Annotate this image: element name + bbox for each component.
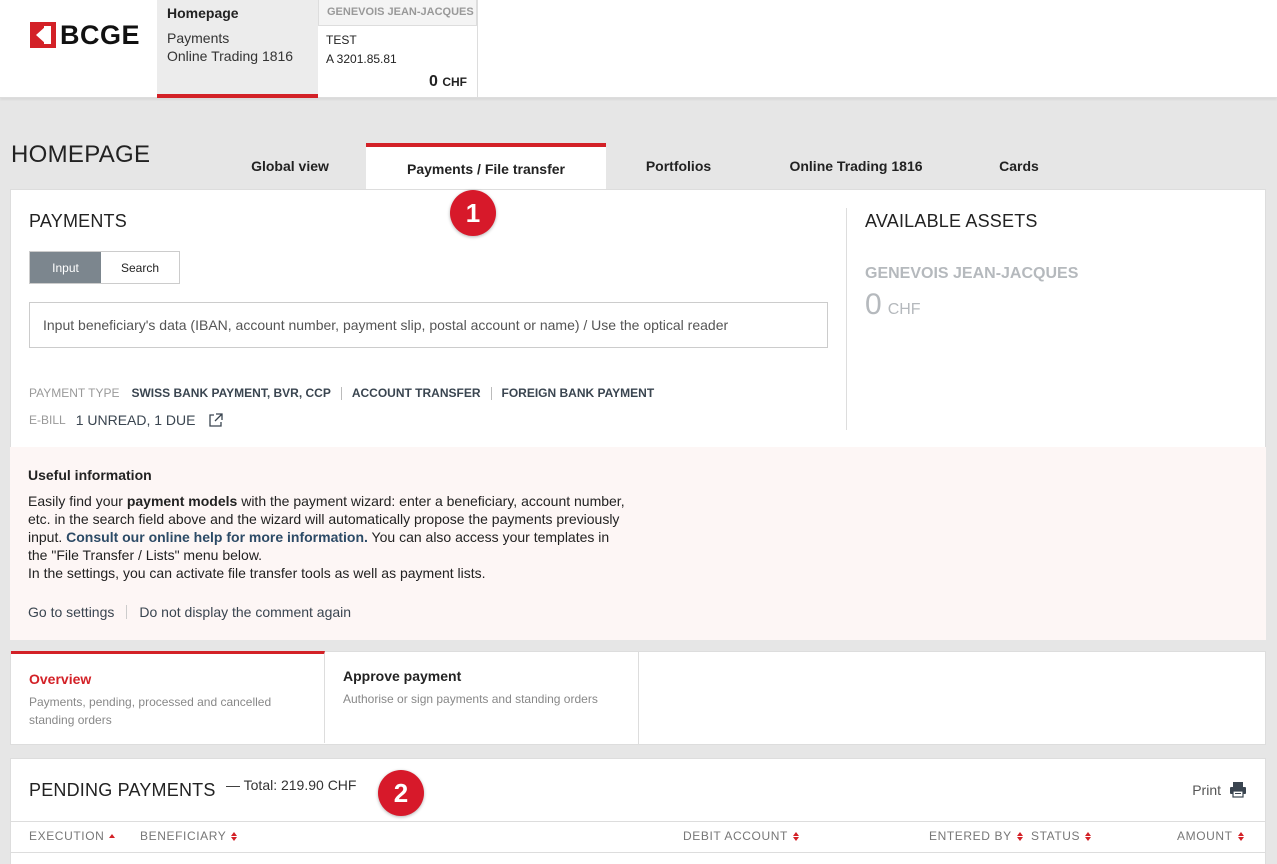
col-amount[interactable]: AMOUNT [1177,829,1244,843]
col-debit-account-label: DEBIT ACCOUNT [683,829,788,843]
payment-type-row: PAYMENT TYPE SWISS BANK PAYMENT, BVR, CC… [29,386,654,400]
nav-homepage-link[interactable]: Homepage [167,5,308,21]
ebill-status-link[interactable]: 1 UNREAD, 1 DUE [76,412,196,428]
subtab-approve-title: Approve payment [343,668,462,684]
col-entered-by-label: ENTERED BY [929,829,1012,843]
nav-homepage-block: Homepage Payments Online Trading 1816 [157,0,318,98]
account-holder: GENEVOIS JEAN-JACQUES [318,0,477,26]
ebill-row: E-BILL 1 UNREAD, 1 DUE [29,412,223,428]
input-search-toggle: Input Search [29,251,180,284]
useful-information-text: Easily find your payment models with the… [28,492,628,582]
sort-icon [792,831,799,841]
account-balance-currency: CHF [442,75,467,89]
col-execution-label: EXECUTION [29,829,105,843]
nav-payments-link[interactable]: Payments [167,29,308,47]
beneficiary-search-input[interactable]: Input beneficiary's data (IBAN, account … [29,302,828,348]
pending-payments-title: PENDING PAYMENTS [29,780,216,800]
tab-global-view[interactable]: Global view [214,143,366,190]
useful-information-title: Useful information [28,467,152,483]
payment-type-foreign[interactable]: FOREIGN BANK PAYMENT [502,386,655,400]
divider [490,386,492,400]
assets-holder-name: GENEVOIS JEAN-JACQUES [865,265,1079,282]
useful-information-box: Useful information Easily find your paym… [10,447,1266,640]
subtab-approve-payment[interactable]: Approve payment Authorise or sign paymen… [325,652,639,744]
subtab-overview[interactable]: Overview Payments, pending, processed an… [11,651,325,743]
ebill-label: E-BILL [29,413,66,427]
tab-cards[interactable]: Cards [961,143,1077,190]
col-status-label: STATUS [1031,829,1081,843]
assets-amount: 0 CHF [865,288,921,322]
info-text-4: In the settings, you can activate file t… [28,565,486,581]
go-to-settings-link[interactable]: Go to settings [28,604,114,620]
callout-marker-1: 1 [450,190,496,236]
info-actions: Go to settings Do not display the commen… [28,604,351,620]
top-bar: BCGE Homepage Payments Online Trading 18… [0,0,1277,98]
main-tabs: Global view Payments / File transfer Por… [214,143,1077,190]
online-help-link[interactable]: Consult our online help for more informa… [66,529,368,545]
col-debit-account[interactable]: DEBIT ACCOUNT [683,829,799,843]
pending-total: — Total: 219.90 CHF [226,777,357,793]
sort-icon [231,831,238,841]
col-beneficiary-label: BENEFICIARY [140,829,227,843]
callout-marker-2: 2 [378,770,424,816]
subtab-approve-desc: Authorise or sign payments and standing … [343,692,598,706]
do-not-display-link[interactable]: Do not display the comment again [139,604,351,620]
subtab-overview-desc: Payments, pending, processed and cancell… [29,695,272,727]
col-execution[interactable]: EXECUTION [29,829,116,843]
external-link-icon[interactable] [208,412,223,428]
bcge-logo-mark-icon [30,22,56,48]
available-assets-title: AVAILABLE ASSETS [865,211,1038,231]
col-entered-by[interactable]: ENTERED BY [929,829,1023,843]
payments-title: PAYMENTS [29,211,127,231]
toggle-input-button[interactable]: Input [30,252,101,283]
info-text-payment-models: payment models [126,493,238,509]
sort-icon [1085,831,1092,841]
col-amount-label: AMOUNT [1177,829,1233,843]
payment-type-account-transfer[interactable]: ACCOUNT TRANSFER [352,386,481,400]
panel-divider [846,208,847,430]
account-balance-value: 0 [428,73,438,90]
subtab-overview-title: Overview [29,671,92,687]
account-balance: 0 CHF [429,73,467,91]
sort-icon [1016,831,1023,841]
divider [126,605,128,619]
assets-amount-currency: CHF [887,301,921,318]
payment-type-swiss[interactable]: SWISS BANK PAYMENT, BVR, CCP [131,386,330,400]
sort-icon [1237,831,1244,841]
sort-asc-icon [109,834,116,838]
tab-portfolios[interactable]: Portfolios [606,143,751,190]
logo-text: BCGE [60,19,141,50]
account-card[interactable]: GENEVOIS JEAN-JACQUES TEST A 3201.85.81 … [318,0,478,98]
bcge-logo[interactable]: BCGE [30,19,141,50]
nav-online-trading-link[interactable]: Online Trading 1816 [167,47,308,65]
tab-payments-file-transfer[interactable]: Payments / File transfer [366,143,606,190]
divider [340,386,342,400]
info-text-1: Easily find your [28,493,127,509]
page-title: HOMEPAGE [11,141,151,168]
print-button[interactable]: Print [1192,781,1247,798]
payments-subtabs: Overview Payments, pending, processed an… [10,651,1266,745]
tab-online-trading[interactable]: Online Trading 1816 [751,143,961,190]
assets-amount-value: 0 [865,288,882,321]
account-number: A 3201.85.81 [326,52,397,66]
pending-payments-panel: PENDING PAYMENTS — Total: 219.90 CHF Pri… [10,758,1266,864]
account-name: TEST [326,33,357,47]
col-status[interactable]: STATUS [1031,829,1092,843]
print-label: Print [1192,781,1221,798]
payment-type-label: PAYMENT TYPE [29,386,120,400]
printer-icon [1230,782,1246,798]
pending-table-header: EXECUTION BENEFICIARY DEBIT ACCOUNT ENTE… [11,821,1265,853]
toggle-search-button[interactable]: Search [101,252,179,283]
payments-panel: PAYMENTS Input Search Input beneficiary'… [10,189,1266,447]
col-beneficiary[interactable]: BENEFICIARY [140,829,238,843]
